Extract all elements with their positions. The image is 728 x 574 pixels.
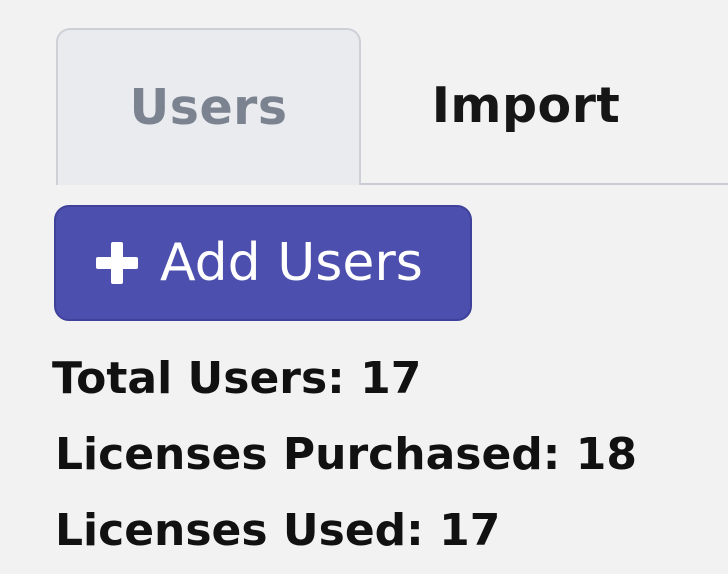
tab-users-label: Users xyxy=(129,79,288,136)
tab-bar: Users Import xyxy=(56,28,728,186)
add-users-label: Add Users xyxy=(160,233,423,293)
tab-import[interactable]: Import xyxy=(386,28,666,183)
licenses-used-stat: Licenses Used: 17 xyxy=(55,505,501,556)
total-users-stat: Total Users: 17 xyxy=(52,353,422,404)
add-users-button[interactable]: Add Users xyxy=(54,205,472,321)
tab-import-label: Import xyxy=(431,77,621,134)
tab-users[interactable]: Users xyxy=(56,28,361,185)
licenses-purchased-stat: Licenses Purchased: 18 xyxy=(55,429,637,480)
plus-icon xyxy=(96,242,138,284)
tab-bar-divider xyxy=(360,183,728,185)
